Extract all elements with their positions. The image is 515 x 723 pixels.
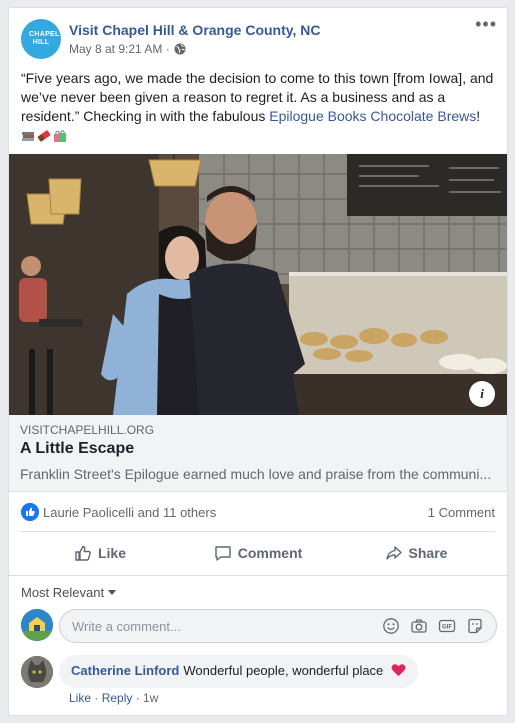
comment-bubble: Catherine Linford Wonderful people, wonde… <box>59 655 418 688</box>
comment-text: Wonderful people, wonderful place <box>183 663 384 678</box>
comment-reply-link[interactable]: Reply <box>102 691 133 705</box>
page-name[interactable]: Visit Chapel Hill & Orange County, NC <box>69 22 321 38</box>
comment-like-link[interactable]: Like <box>69 691 91 705</box>
cat-avatar-image <box>21 656 53 688</box>
link-preview[interactable]: VISITCHAPELHILL.ORG A Little Escape Fran… <box>9 415 507 492</box>
separator: · <box>91 691 102 705</box>
caret-down-icon <box>108 590 117 595</box>
comment-meta: Like · Reply · 1w <box>69 691 158 705</box>
svg-text:GIF: GIF <box>442 625 452 631</box>
post-photo[interactable]: i <box>9 154 507 415</box>
post-header: CHAPEL HILL Visit Chapel Hill & Orange C… <box>21 15 497 63</box>
chocolate-emoji-icon <box>37 130 51 142</box>
post-card: CHAPEL HILL Visit Chapel Hill & Orange C… <box>8 7 508 716</box>
sort-label: Most Relevant <box>21 585 105 600</box>
page-avatar-text: CHAPEL HILL <box>29 31 60 46</box>
gif-icon[interactable]: GIF <box>438 617 456 635</box>
post-meta: May 8 at 9:21 AM · <box>69 42 186 56</box>
divider <box>9 575 507 576</box>
link-description: Franklin Street's Epilogue earned much l… <box>20 466 492 482</box>
comment-input-placeholder: Write a comment... <box>72 619 181 634</box>
post-text-end: ! <box>476 108 481 124</box>
reactions-summary[interactable]: Laurie Paolicelli and 11 others <box>43 505 216 520</box>
like-reaction-icon[interactable] <box>21 503 39 521</box>
sticker-icon[interactable] <box>466 617 484 635</box>
info-icon[interactable]: i <box>469 381 495 407</box>
share-label: Share <box>408 545 448 561</box>
comment-input-tools: GIF <box>382 617 484 635</box>
post-timestamp[interactable]: May 8 at 9:21 AM · <box>69 42 170 56</box>
share-button[interactable]: Share <box>337 536 495 570</box>
comment-icon <box>215 546 231 561</box>
emoji-row <box>21 129 67 143</box>
separator: · <box>132 691 144 705</box>
comment-label: Comment <box>237 545 303 561</box>
comment-count[interactable]: 1 Comment <box>428 505 495 520</box>
thumbs-up-icon <box>75 545 91 561</box>
commenter-avatar[interactable] <box>21 656 53 688</box>
more-options-icon[interactable]: ••• <box>475 15 497 33</box>
link-title: A Little Escape <box>20 440 135 457</box>
house-avatar-image <box>21 609 53 641</box>
comment-button[interactable]: Comment <box>179 536 337 570</box>
current-user-avatar[interactable] <box>21 609 53 641</box>
page-avatar[interactable]: CHAPEL HILL <box>21 19 61 59</box>
camera-icon[interactable] <box>410 617 428 635</box>
books-emoji-icon <box>22 132 34 142</box>
heart-icon <box>391 664 406 677</box>
comment-age[interactable]: 1w <box>143 691 158 705</box>
action-bar: Like Comment Share <box>21 536 495 570</box>
comment-input[interactable]: Write a comment... GIF <box>59 609 497 643</box>
cafe-photo-illustration <box>9 154 507 415</box>
globe-icon <box>174 43 186 55</box>
like-label: Like <box>97 545 126 561</box>
like-button[interactable]: Like <box>21 536 179 570</box>
comment-author[interactable]: Catherine Linford <box>71 663 179 678</box>
shopping-bags-emoji-icon <box>54 130 66 143</box>
comment-sort-dropdown[interactable]: Most Relevant <box>21 585 117 600</box>
epilogue-link[interactable]: Epilogue Books Chocolate Brews <box>269 108 476 124</box>
divider <box>21 531 495 532</box>
reactions-bar: Laurie Paolicelli and 11 others 1 Commen… <box>21 502 495 522</box>
link-domain: VISITCHAPELHILL.ORG <box>20 423 155 437</box>
emoji-icon[interactable] <box>382 617 400 635</box>
post-text: “Five years ago, we made the decision to… <box>21 69 501 145</box>
share-icon <box>385 546 402 560</box>
